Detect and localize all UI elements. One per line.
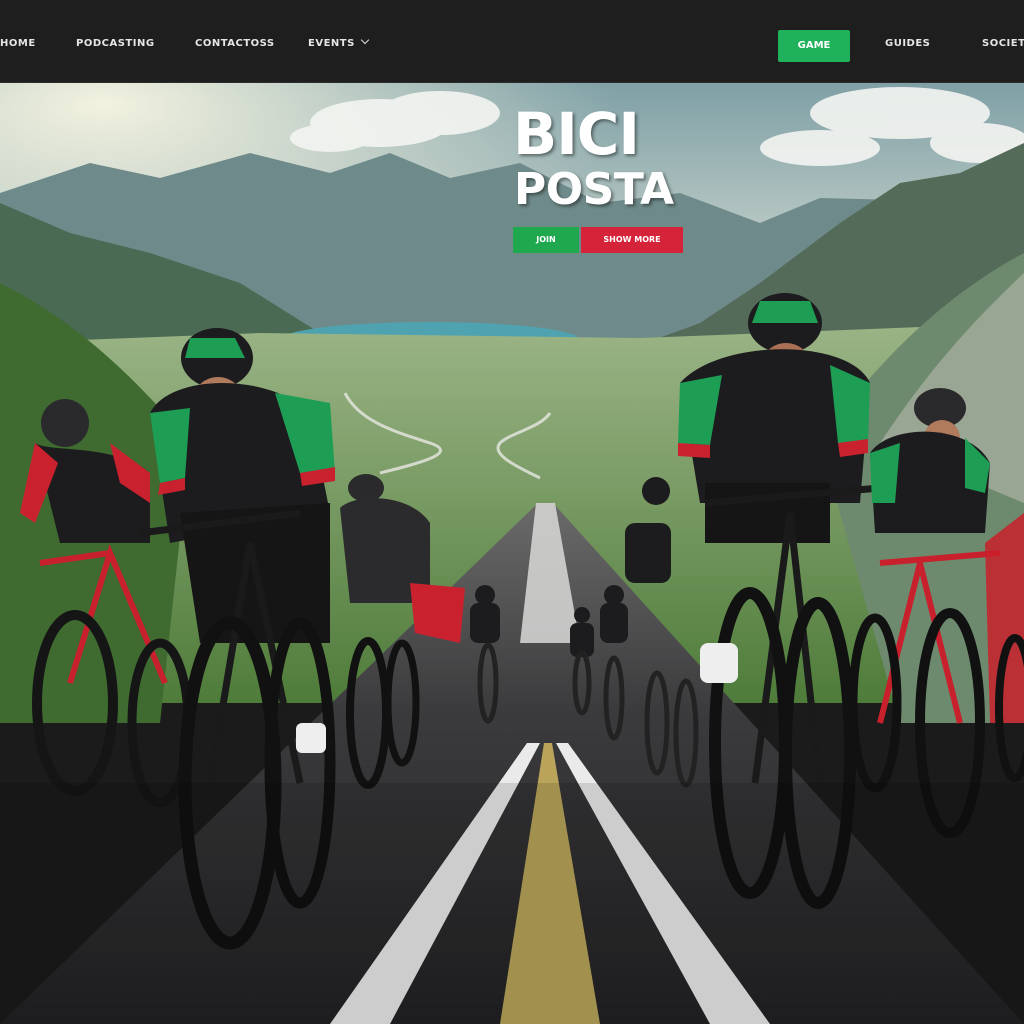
show-more-button[interactable]: SHOW MORE (581, 227, 683, 253)
nav-society-label: SOCIETY (982, 38, 1024, 49)
road-shadow (0, 783, 1024, 1024)
nav-contact[interactable]: CONTACTOSS (195, 34, 275, 54)
nav-guides-label: GUIDES (885, 38, 931, 49)
brand-title-line2: POSTA (514, 164, 674, 215)
hero-illustration (0, 83, 1024, 1024)
nav-podcasting[interactable]: PODCASTING (76, 34, 155, 54)
nav-contact-label: CONTACTOSS (195, 38, 275, 49)
nav-home-label: HOME (0, 38, 36, 49)
nav-home[interactable]: HOME (0, 34, 36, 54)
nav-events-label: EVENTS (308, 38, 355, 49)
chevron-down-icon (360, 35, 370, 45)
brand-title-line1: BICI (513, 100, 640, 168)
nav-society[interactable]: SOCIETY (982, 34, 1024, 54)
nav-guides[interactable]: GUIDES (885, 34, 930, 54)
top-navigation-bar: HOME PODCASTING CONTACTOSS EVENTS GAME G… (0, 0, 1024, 83)
nav-podcasting-label: PODCASTING (76, 38, 155, 49)
nav-events[interactable]: EVENTS (308, 34, 370, 54)
join-button[interactable]: JOIN (513, 227, 579, 253)
nav-cta-button[interactable]: GAME (778, 30, 850, 62)
nav-cta-label: GAME (797, 40, 831, 51)
hero-banner: BICI POSTA JOIN SHOW MORE (0, 83, 1024, 1024)
